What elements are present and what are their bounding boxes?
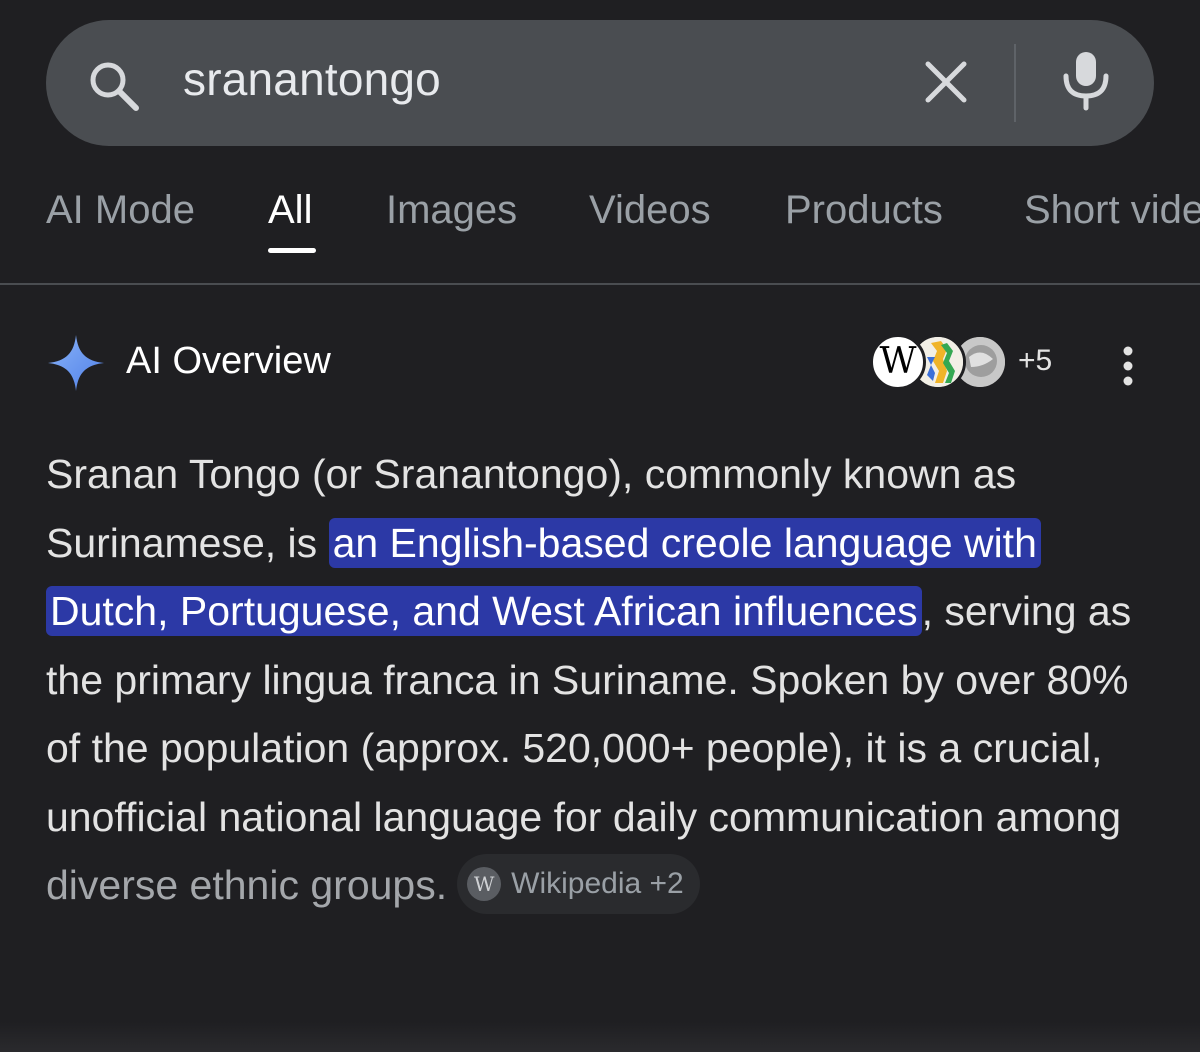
search-icon[interactable] [86, 58, 142, 114]
microphone-icon[interactable] [1056, 48, 1116, 114]
search-input[interactable]: sranantongo [183, 52, 441, 106]
active-tab-indicator [268, 248, 316, 253]
sparkle-icon [48, 335, 104, 391]
tab-images[interactable]: Images [386, 188, 517, 233]
search-results-page: sranantongo AI Mode All Images Videos Pr… [0, 0, 1200, 1052]
tab-products[interactable]: Products [785, 188, 943, 233]
bottom-fade [0, 1022, 1200, 1052]
wikipedia-icon: W [467, 867, 502, 902]
close-icon[interactable] [916, 52, 976, 112]
more-vertical-icon[interactable] [1110, 344, 1146, 388]
ai-overview-title: AI Overview [126, 340, 331, 382]
overview-text-faded: diverse ethnic groups. [46, 862, 448, 908]
tab-videos[interactable]: Videos [589, 188, 711, 233]
search-divider [1014, 44, 1016, 122]
citation-label: Wikipedia +2 [511, 866, 684, 900]
more-sources-count[interactable]: +5 [1018, 344, 1052, 378]
wikipedia-source-avatar[interactable]: W [870, 334, 926, 390]
ai-overview-text: Sranan Tongo (or Sranantongo), commonly … [46, 440, 1156, 920]
citation-chip[interactable]: W Wikipedia +2 [457, 854, 700, 915]
tabs-divider [0, 283, 1200, 285]
tab-all[interactable]: All [268, 188, 312, 233]
tab-short-videos[interactable]: Short vide [1024, 188, 1200, 233]
tab-ai-mode[interactable]: AI Mode [46, 188, 195, 233]
